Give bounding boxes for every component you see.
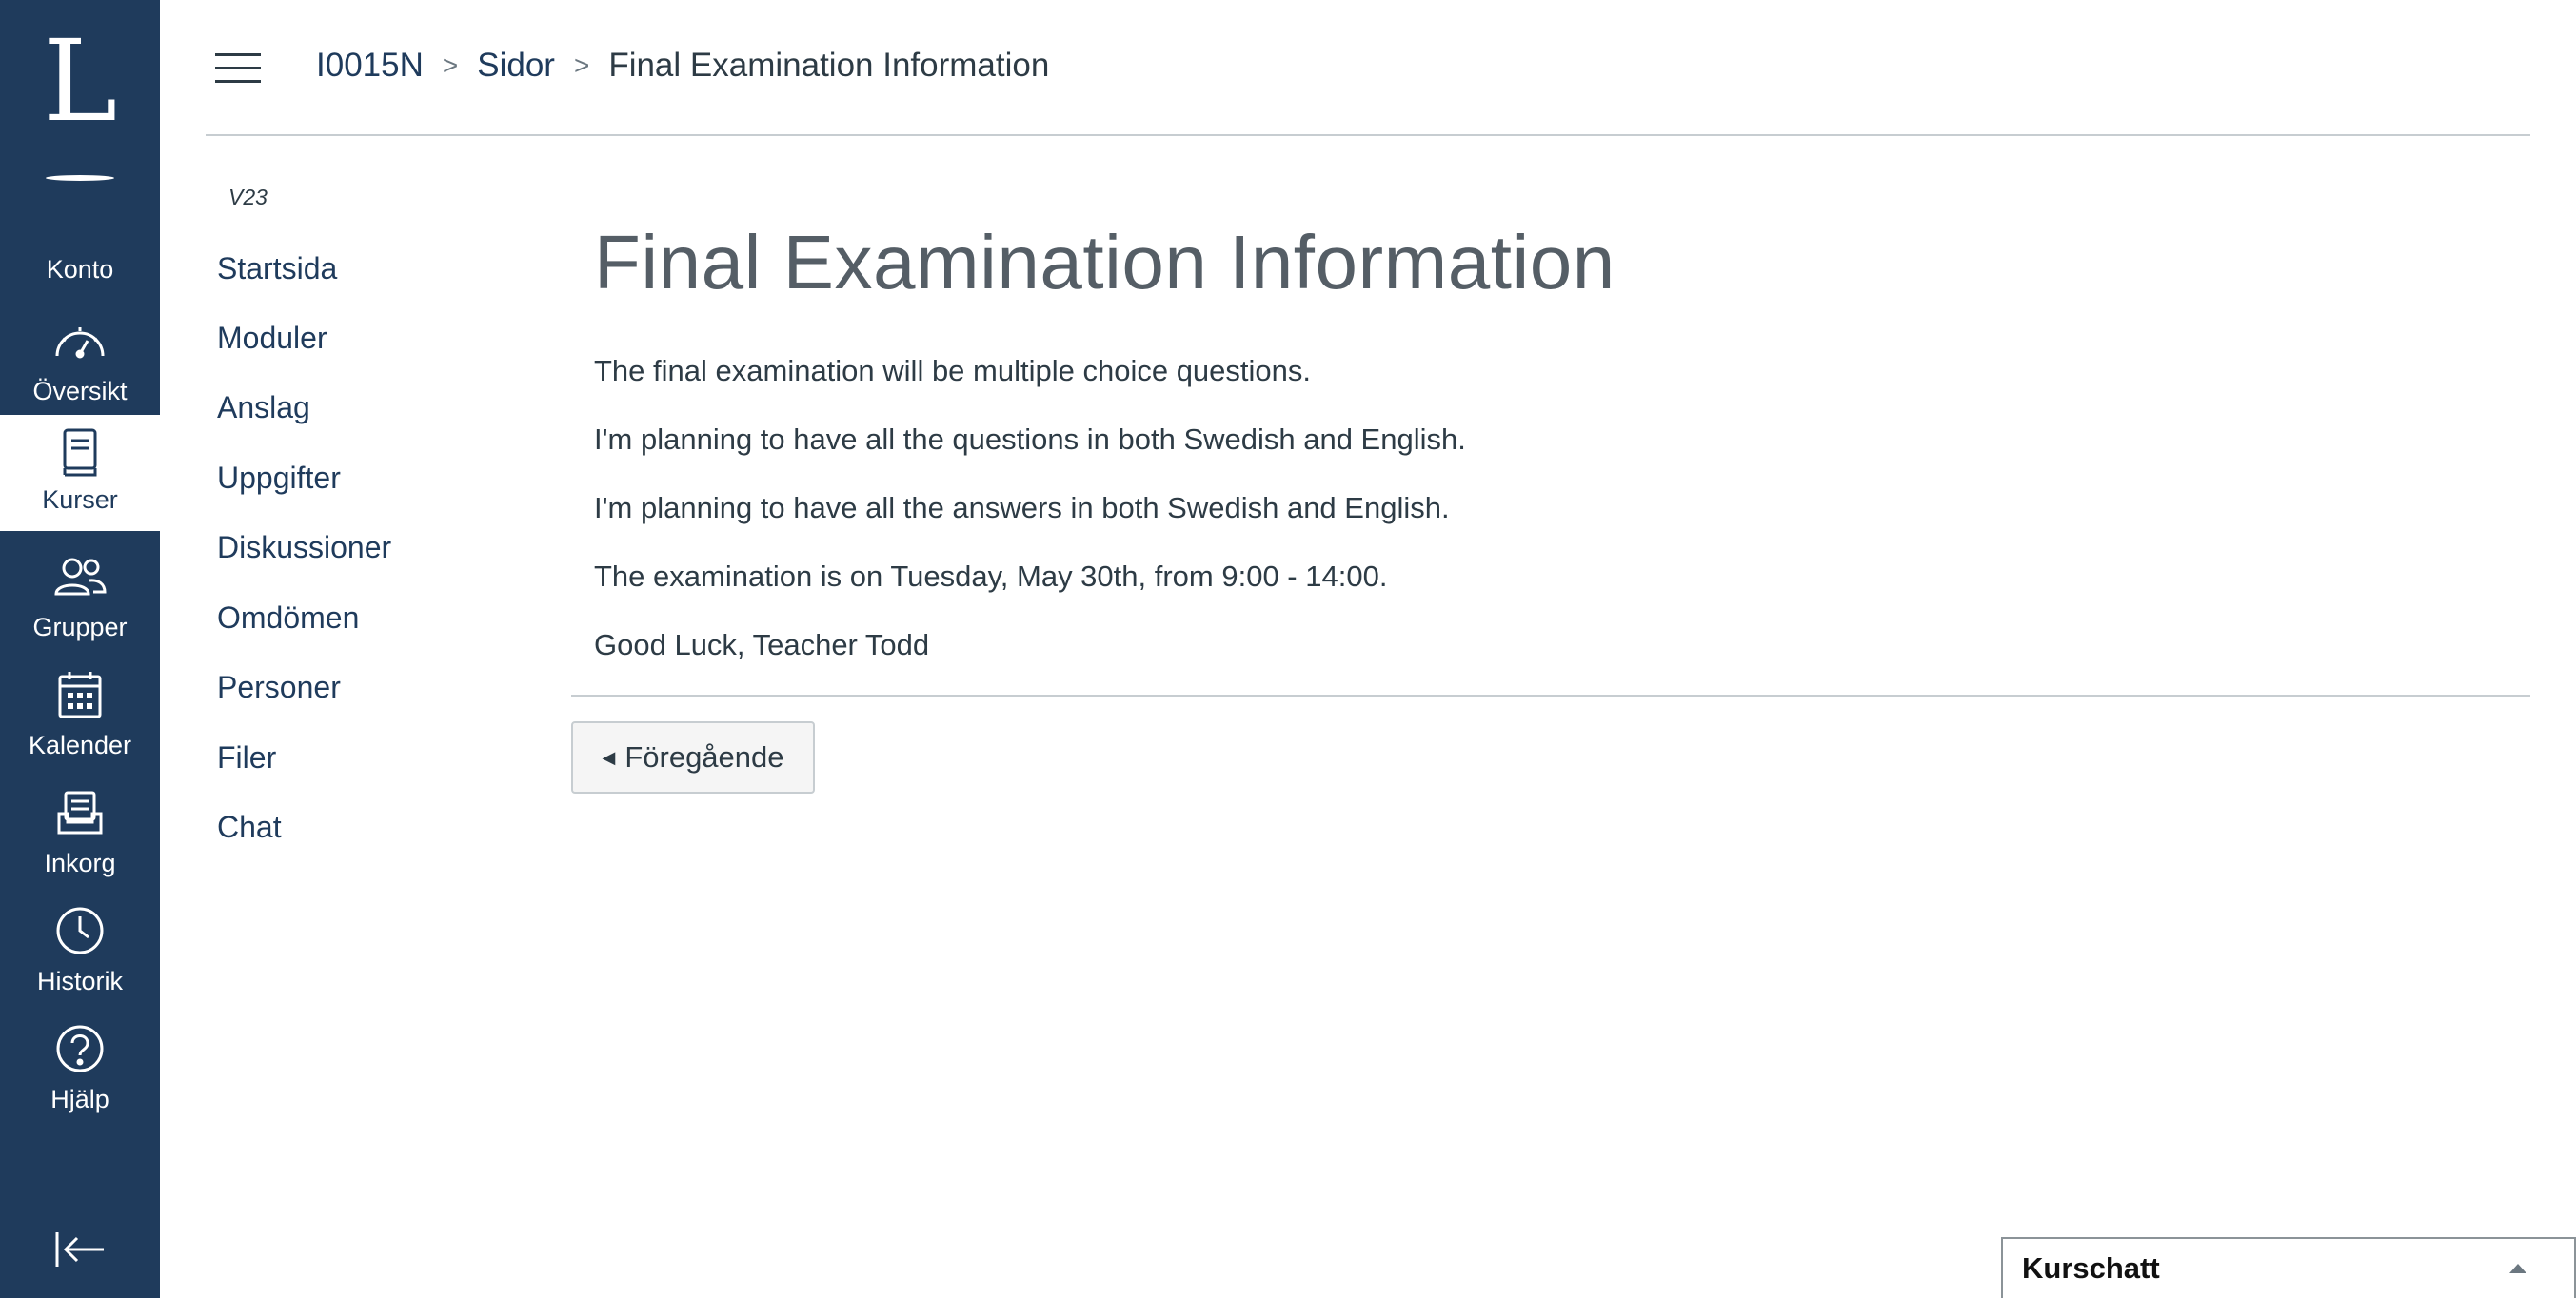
nav-label-inkorg: Inkorg	[44, 849, 116, 877]
course-nav-uppgifter[interactable]: Uppgifter	[217, 461, 341, 496]
nav-label-oversikt: Översikt	[32, 377, 128, 405]
nav-item-historik[interactable]: Historik	[0, 896, 160, 1013]
course-nav-anslag[interactable]: Anslag	[217, 390, 310, 425]
breadcrumb-current-page: Final Examination Information	[608, 47, 1050, 84]
global-navigation: L Konto Översikt Kurser Grupper Kalender…	[0, 0, 160, 1298]
course-chat-widget[interactable]: Kurschatt	[2001, 1237, 2576, 1298]
collapse-nav-icon	[54, 1230, 106, 1273]
breadcrumb-separator-icon: >	[573, 50, 590, 80]
nav-label-konto: Konto	[46, 255, 114, 284]
course-nav-moduler[interactable]: Moduler	[217, 321, 327, 356]
content-paragraph: I'm planning to have all the questions i…	[594, 423, 1466, 456]
nav-label-kurser: Kurser	[42, 485, 118, 514]
nav-item-konto[interactable]	[0, 0, 160, 181]
content-paragraph: Good Luck, Teacher Todd	[594, 628, 930, 661]
collapse-nav-button[interactable]	[0, 1209, 160, 1294]
content-paragraph: The examination is on Tuesday, May 30th,…	[594, 560, 1388, 593]
calendar-icon	[53, 668, 107, 721]
help-icon	[53, 1022, 107, 1075]
breadcrumb-course[interactable]: I0015N	[316, 47, 424, 85]
courses-icon	[53, 426, 107, 480]
breadcrumb-separator-icon: >	[442, 50, 459, 80]
breadcrumb: I0015N > Sidor > Final Examination Infor…	[316, 42, 1049, 89]
course-nav-diskussioner[interactable]: Diskussioner	[217, 530, 391, 565]
inbox-icon	[53, 786, 107, 839]
course-nav-omdomen[interactable]: Omdömen	[217, 600, 359, 636]
nav-label-grupper: Grupper	[32, 613, 128, 641]
content-paragraph: I'm planning to have all the answers in …	[594, 491, 1450, 524]
nav-label-kalender: Kalender	[28, 731, 132, 759]
nav-label-historik: Historik	[36, 967, 123, 995]
nav-item-kalender[interactable]: Kalender	[0, 660, 160, 777]
caret-left-icon: ◀	[602, 747, 616, 767]
nav-item-grupper[interactable]: Grupper	[0, 542, 160, 659]
nav-item-konto-label[interactable]: Konto	[0, 255, 160, 293]
history-icon	[53, 904, 107, 957]
content-divider	[571, 695, 2530, 697]
nav-label-hjalp: Hjälp	[50, 1085, 109, 1113]
hamburger-menu-icon[interactable]	[215, 49, 263, 88]
chevron-up-icon[interactable]	[2509, 1264, 2526, 1273]
avatar	[46, 175, 114, 181]
breadcrumb-pages[interactable]: Sidor	[477, 47, 555, 85]
course-nav-filer[interactable]: Filer	[217, 740, 276, 776]
course-nav-personer[interactable]: Personer	[217, 670, 341, 705]
course-nav-chat[interactable]: Chat	[217, 810, 282, 845]
nav-item-kurser[interactable]: Kurser	[0, 415, 160, 531]
nav-item-inkorg[interactable]: Inkorg	[0, 778, 160, 895]
dashboard-icon	[53, 314, 107, 367]
page-header: I0015N > Sidor > Final Examination Infor…	[206, 0, 2530, 136]
nav-item-oversikt[interactable]: Översikt	[0, 306, 160, 423]
course-term: V23	[228, 185, 268, 209]
previous-page-label: Föregående	[624, 740, 784, 774]
previous-page-button[interactable]: ◀ Föregående	[571, 721, 815, 794]
groups-icon	[53, 550, 107, 603]
course-nav-startsida[interactable]: Startsida	[217, 251, 337, 286]
content-paragraph: The final examination will be multiple c…	[594, 354, 1312, 387]
page-title: Final Examination Information	[594, 220, 1615, 305]
nav-item-hjalp[interactable]: Hjälp	[0, 1014, 160, 1131]
chat-widget-title: Kurschatt	[2022, 1251, 2160, 1285]
